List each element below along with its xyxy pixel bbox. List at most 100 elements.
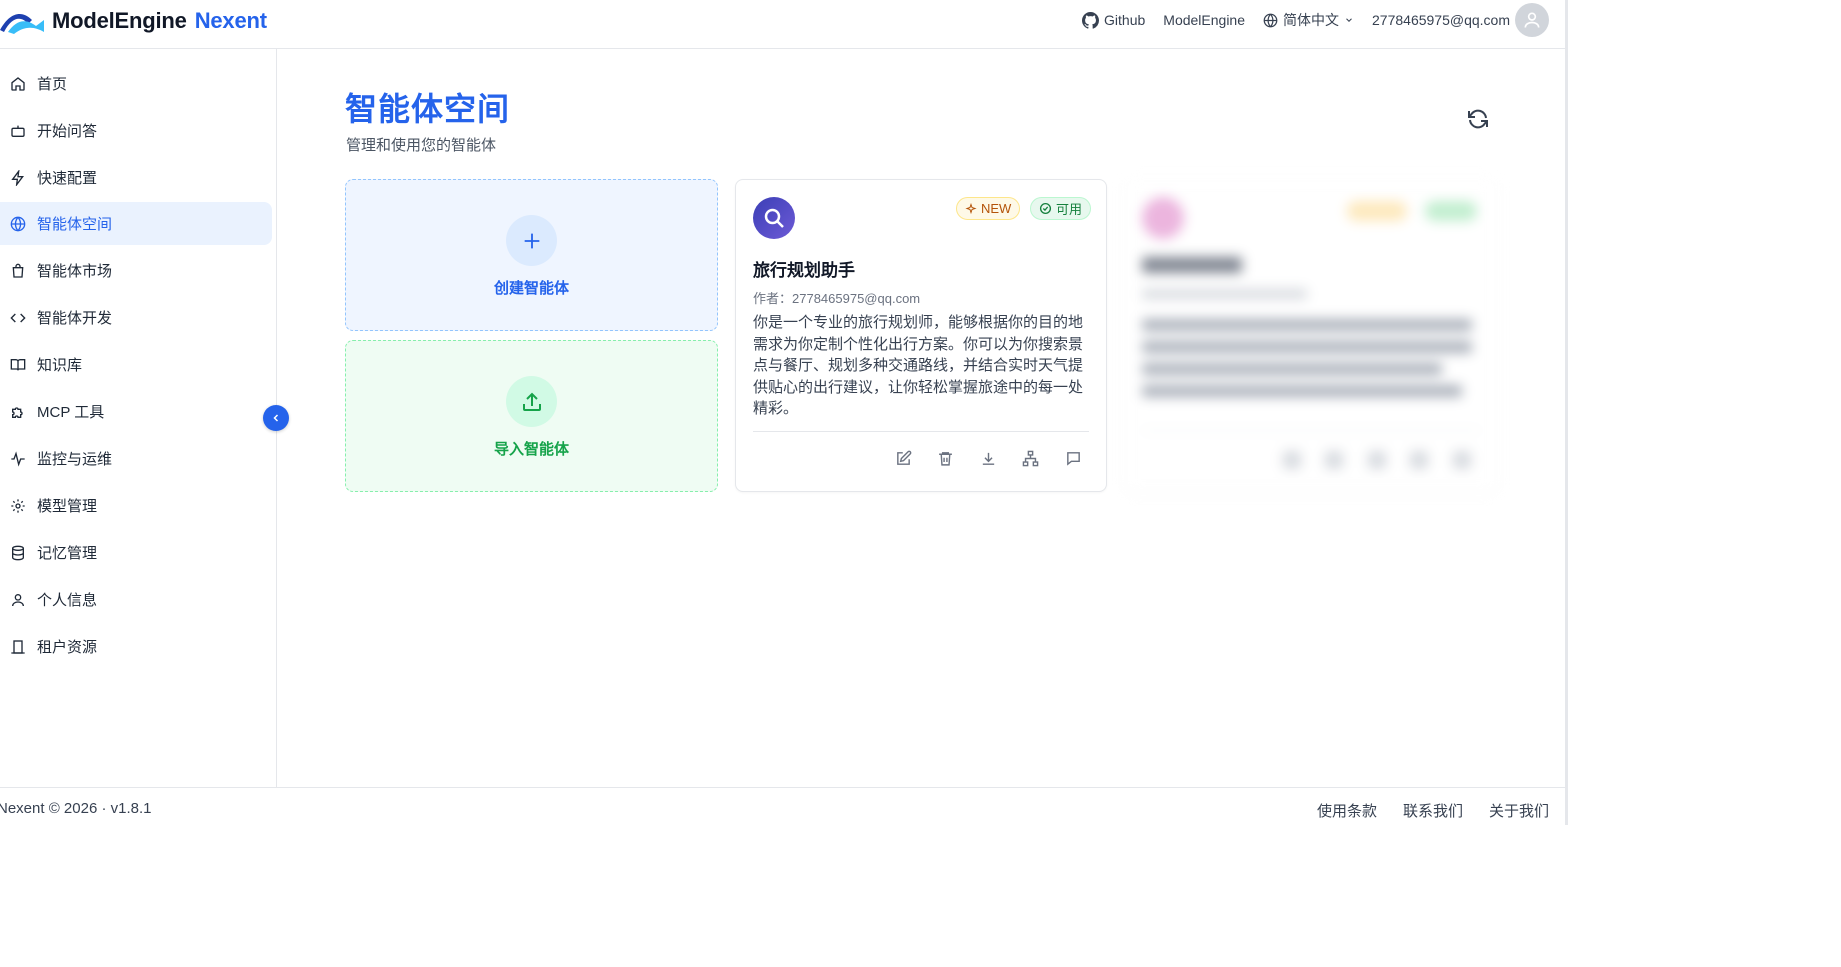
avatar[interactable] xyxy=(1515,3,1549,37)
code-icon xyxy=(9,309,26,326)
sidebar-item-label: 模型管理 xyxy=(37,498,98,515)
modelengine-label: ModelEngine xyxy=(1163,12,1246,28)
create-agent-label: 创建智能体 xyxy=(493,280,569,297)
trash-icon xyxy=(938,451,952,466)
sidebar-item-mcp[interactable]: MCP 工具 xyxy=(0,390,272,433)
sparkle-icon xyxy=(965,202,977,214)
card-divider xyxy=(753,431,1089,432)
language-label: 简体中文 xyxy=(1283,12,1340,28)
sidebar-item-monitoring[interactable]: 监控与运维 xyxy=(0,437,272,480)
sidebar-item-label: 记忆管理 xyxy=(37,545,98,562)
page-subtitle: 管理和使用您的智能体 xyxy=(346,137,497,154)
sidebar-item-models[interactable]: 模型管理 xyxy=(0,484,272,527)
home-icon xyxy=(9,75,26,92)
sidebar-item-label: 快速配置 xyxy=(37,170,98,187)
import-agent-label: 导入智能体 xyxy=(493,441,569,458)
activity-icon xyxy=(9,450,26,467)
chevron-down-icon xyxy=(1346,18,1352,22)
globe-icon xyxy=(1263,13,1278,27)
sidebar-item-label: 智能体空间 xyxy=(37,216,113,233)
check-circle-icon xyxy=(1039,202,1052,215)
app-window: ModelEngine Nexent Github ModelEngine 简体中… xyxy=(0,0,1568,825)
refresh-button[interactable] xyxy=(1466,107,1490,131)
blurred-agent-card xyxy=(1125,179,1497,492)
brand-name: ModelEngine Nexent xyxy=(52,8,267,33)
modelengine-link[interactable]: ModelEngine xyxy=(1163,12,1245,28)
user-menu[interactable]: 2778465975@qq.com xyxy=(1372,3,1549,37)
agent-author: 作者：2778465975@qq.com xyxy=(753,291,921,306)
sidebar-item-agent-space[interactable]: 智能体空间 xyxy=(0,202,272,245)
top-header: ModelEngine Nexent Github ModelEngine 简体中… xyxy=(0,0,1565,49)
delete-button[interactable] xyxy=(935,448,955,468)
globe-icon xyxy=(9,215,26,232)
brand-accent: Nexent xyxy=(194,8,267,33)
sidebar-item-label: MCP 工具 xyxy=(37,404,105,421)
user-icon xyxy=(1524,12,1540,28)
new-badge: NEW xyxy=(956,197,1021,220)
sidebar-item-tenant[interactable]: 租户资源 xyxy=(0,625,272,668)
refresh-icon xyxy=(1468,109,1488,129)
copyright: Nexent © 2026 · v1.8.1 xyxy=(0,800,152,817)
footer-links: 使用条款 联系我们 关于我们 xyxy=(1317,800,1549,821)
chat-button[interactable] xyxy=(1063,448,1083,468)
sidebar-item-label: 开始问答 xyxy=(37,123,98,140)
agent-description: 你是一个专业的旅行规划师，能够根据你的目的地需求为你定制个性化出行方案。你可以为… xyxy=(753,314,1084,417)
sidebar-item-label: 首页 xyxy=(37,76,68,93)
sidebar-item-memory[interactable]: 记忆管理 xyxy=(0,531,272,574)
upload-icon xyxy=(506,376,557,427)
relationship-button[interactable] xyxy=(1020,448,1040,468)
database-icon xyxy=(9,544,26,561)
building-icon xyxy=(9,638,26,655)
footer: Nexent © 2026 · v1.8.1 使用条款 联系我们 关于我们 xyxy=(0,787,1565,825)
download-button[interactable] xyxy=(978,448,998,468)
download-icon xyxy=(982,452,994,465)
page-title: 智能体空间 xyxy=(345,91,511,127)
sidebar-item-home[interactable]: 首页 xyxy=(0,62,272,105)
contact-link[interactable]: 联系我们 xyxy=(1403,800,1463,821)
user-icon xyxy=(9,591,26,608)
brand-logo[interactable]: ModelEngine Nexent xyxy=(0,4,267,38)
sidebar-item-label: 智能体开发 xyxy=(37,310,113,327)
sidebar-item-label: 个人信息 xyxy=(37,592,98,609)
github-label: Github xyxy=(1104,12,1146,28)
sidebar-item-label: 监控与运维 xyxy=(37,451,113,468)
status-badge: 可用 xyxy=(1030,197,1092,220)
sidebar-item-chat[interactable]: 开始问答 xyxy=(0,109,272,152)
book-icon xyxy=(9,356,26,373)
sidebar-collapse-button[interactable] xyxy=(263,405,289,431)
search-icon xyxy=(753,197,795,239)
bot-icon xyxy=(9,122,26,139)
chevron-left-icon xyxy=(273,414,279,422)
import-agent-card[interactable]: 导入智能体 xyxy=(345,340,718,492)
sidebar: 首页 开始问答 快速配置 智能体空间 智能体市场 智能体开发 知识库 MCP 工… xyxy=(0,49,277,787)
create-agent-card[interactable]: 创建智能体 xyxy=(345,179,718,331)
sidebar-item-agent-market[interactable]: 智能体市场 xyxy=(0,249,272,292)
plus-icon xyxy=(506,215,557,266)
github-icon xyxy=(1082,11,1100,29)
scrollbar[interactable] xyxy=(1565,0,1568,825)
sidebar-item-agent-dev[interactable]: 智能体开发 xyxy=(0,296,272,339)
agent-name: 旅行规划助手 xyxy=(753,261,855,280)
gear-icon xyxy=(9,497,26,514)
about-link[interactable]: 关于我们 xyxy=(1489,800,1549,821)
sidebar-item-label: 租户资源 xyxy=(37,639,98,656)
language-select[interactable]: 简体中文 xyxy=(1263,10,1354,30)
sidebar-item-quick-setup[interactable]: 快速配置 xyxy=(0,156,272,199)
github-link[interactable]: Github xyxy=(1082,11,1146,29)
user-email: 2778465975@qq.com xyxy=(1372,12,1510,28)
new-badge-label: NEW xyxy=(981,201,1012,216)
bolt-icon xyxy=(9,169,26,186)
edit-button[interactable] xyxy=(893,448,913,468)
agent-card[interactable]: NEW 可用 旅行规划助手 作者：2778465975@qq.com 你是一个专… xyxy=(735,179,1107,492)
sidebar-item-label: 知识库 xyxy=(37,357,83,374)
logo-wave-icon xyxy=(0,14,44,34)
puzzle-icon xyxy=(9,403,26,420)
sidebar-item-profile[interactable]: 个人信息 xyxy=(0,578,272,621)
header-actions: Github ModelEngine 简体中文 2778465975@qq.co… xyxy=(1082,0,1549,40)
sitemap-icon xyxy=(1022,450,1038,466)
edit-icon xyxy=(896,450,911,465)
chat-icon xyxy=(1066,451,1080,466)
status-badge-label: 可用 xyxy=(1056,202,1083,217)
sidebar-item-knowledge[interactable]: 知识库 xyxy=(0,343,272,386)
terms-link[interactable]: 使用条款 xyxy=(1317,800,1377,821)
